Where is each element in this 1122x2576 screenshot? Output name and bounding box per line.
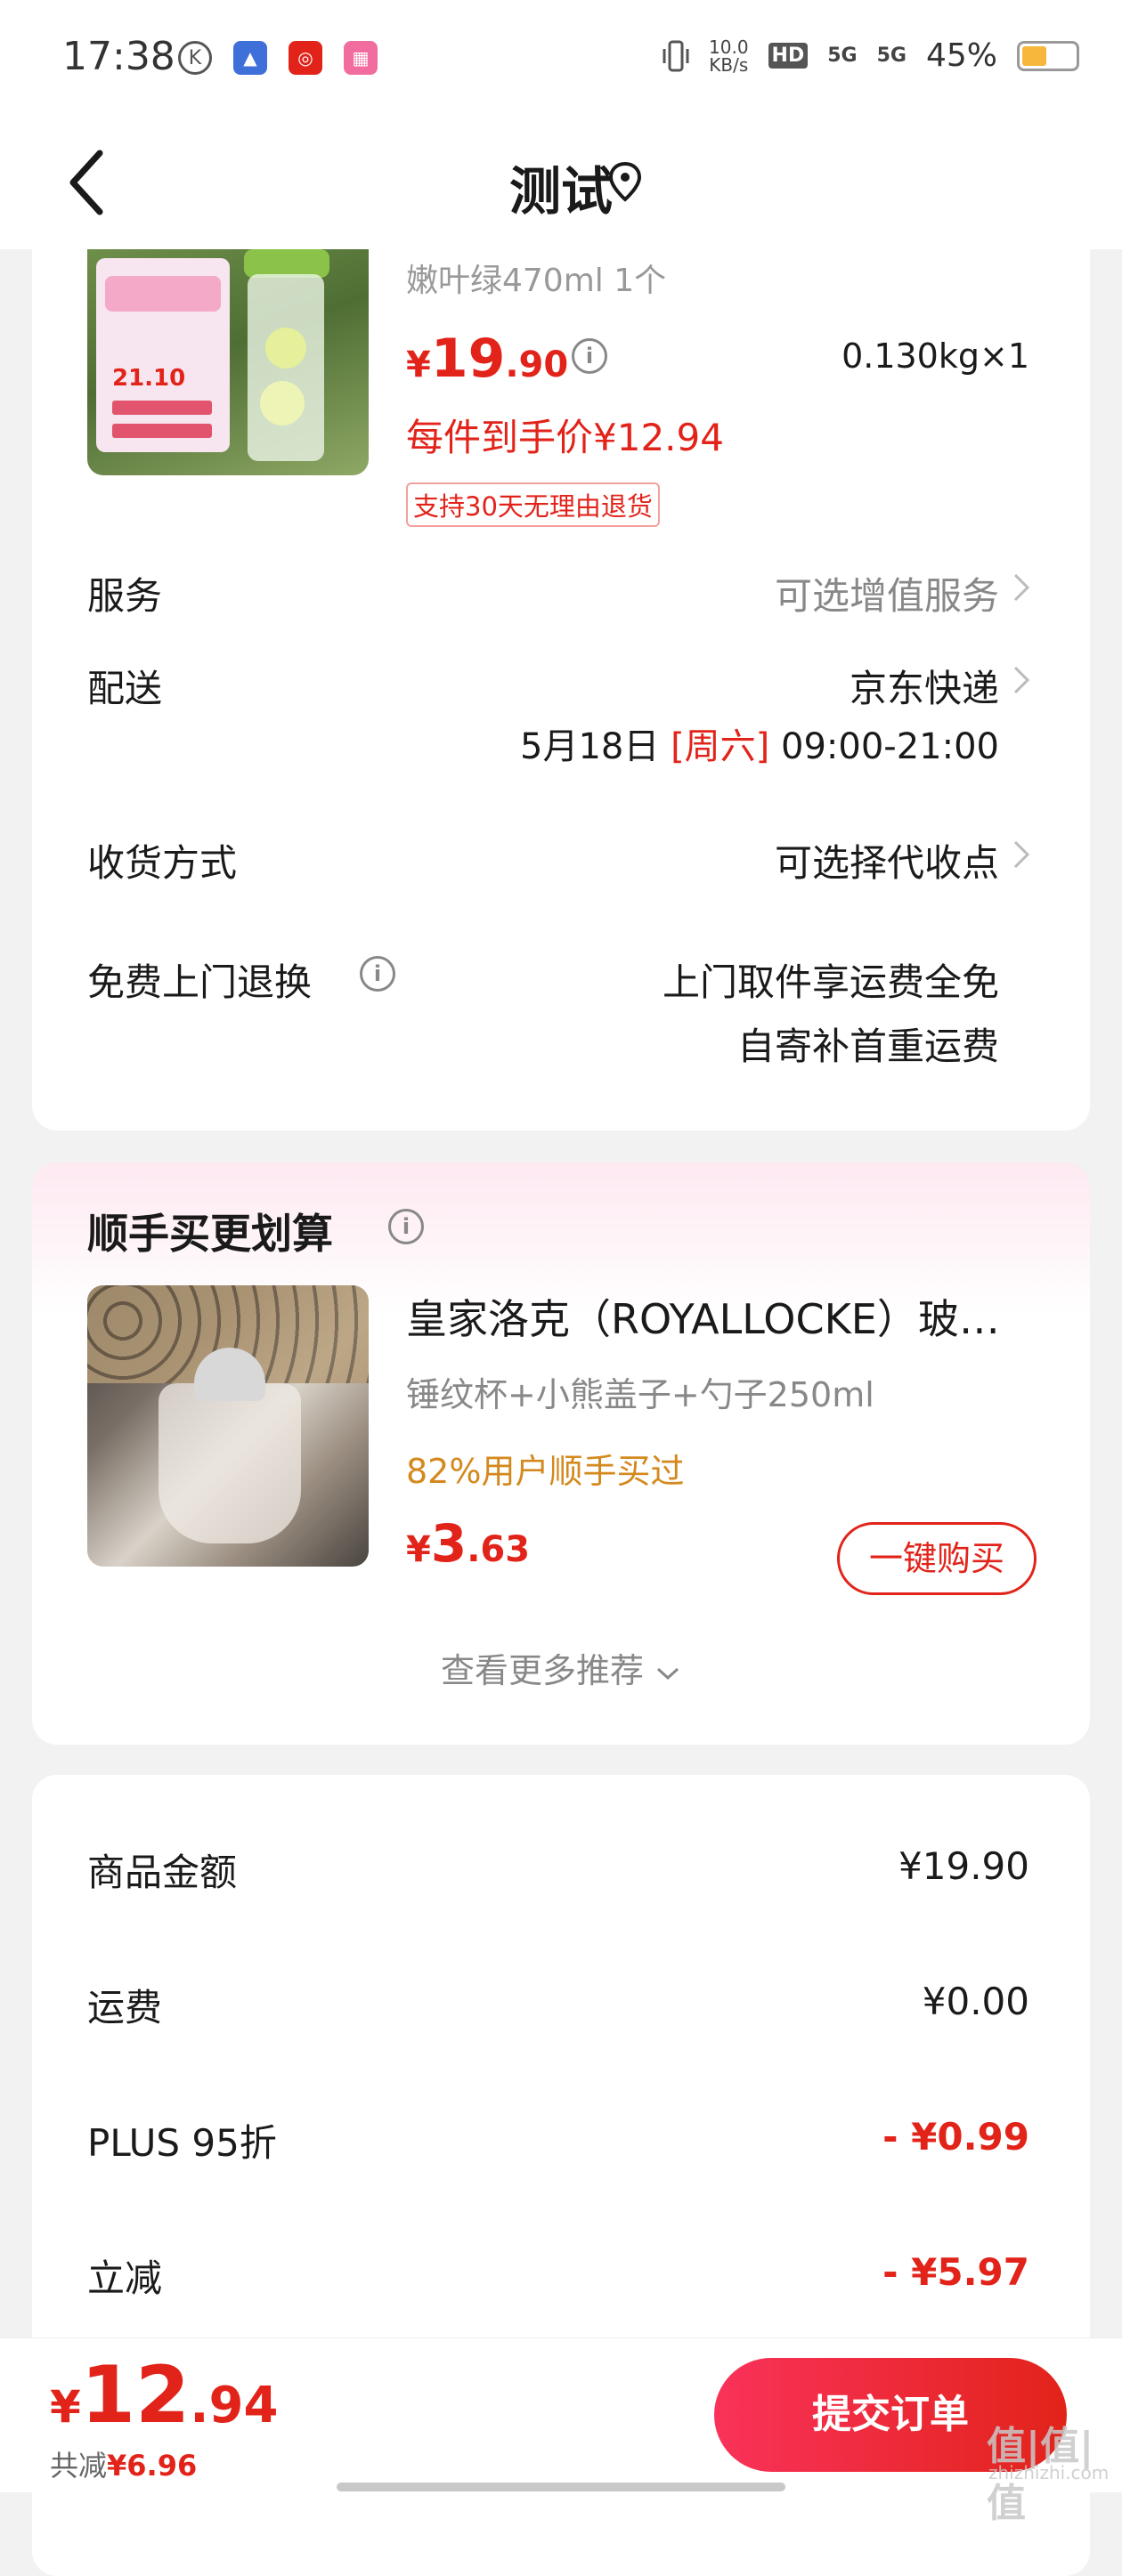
recommend-title: 顺手买更划算 xyxy=(87,1210,333,1258)
final-unit-price: 每件到手价¥12.94 xyxy=(406,416,724,459)
delivery-value[interactable]: 京东快递 xyxy=(850,659,999,713)
summary-goods-label: 商品金额 xyxy=(87,1851,238,1894)
nav-bar: 测试 xyxy=(0,116,1122,249)
k-app-icon: K xyxy=(178,41,212,75)
watermark-text: zhizhizhi.com xyxy=(988,2462,1110,2483)
hd-icon: HD xyxy=(768,43,809,69)
recommend-info-icon[interactable]: i xyxy=(388,1209,424,1244)
delivery-label: 配送 xyxy=(87,667,163,710)
vibrate-icon xyxy=(663,40,689,71)
product-image[interactable]: 21.10 xyxy=(87,249,369,475)
recommend-price: ¥3.63 xyxy=(406,1513,531,1574)
recommend-product-spec: 锤纹杯+小熊盖子+勺子250ml xyxy=(406,1375,874,1414)
free-return-info-icon[interactable]: i xyxy=(360,956,395,992)
price-info-icon[interactable]: i xyxy=(572,338,607,374)
status-time: 17:38 xyxy=(62,34,175,79)
receive-method-value[interactable]: 可选择代收点 xyxy=(775,833,999,887)
product-price: ¥19.90 xyxy=(406,328,569,390)
service-value[interactable]: 可选增值服务 xyxy=(775,566,999,620)
status-bar: 17:38 K ▲ ◎ ▦ 10.0 KB/s HD 5G 5G 45% xyxy=(0,0,1122,116)
free-return-label: 免费上门退换 xyxy=(87,960,313,1004)
summary-goods-value: ¥19.90 xyxy=(898,1844,1029,1888)
service-label: 服务 xyxy=(87,574,163,618)
signal-5g-1-icon: 5G xyxy=(827,45,858,67)
checkout-bar: ¥12.94 共减¥6.96 提交订单 xyxy=(0,2337,1122,2492)
chevron-down-icon xyxy=(657,1667,679,1680)
free-return-line1: 上门取件享运费全免 xyxy=(662,960,999,1004)
summary-plus-discount-value: - ¥0.99 xyxy=(882,2115,1029,2159)
delivery-chevron-right-icon[interactable] xyxy=(1012,662,1031,698)
product-promo-card: 21.10 xyxy=(96,258,230,452)
recommend-product-image[interactable] xyxy=(87,1285,369,1567)
product-weight: 0.130kg×1 xyxy=(842,336,1029,376)
recommend-buyers-rate: 82%用户顺手买过 xyxy=(406,1452,685,1491)
product-spec: 嫩叶绿470ml 1个 xyxy=(406,263,667,299)
service-chevron-right-icon[interactable] xyxy=(1012,570,1031,605)
summary-instant-discount-label: 立减 xyxy=(87,2256,163,2300)
recommend-product-title[interactable]: 皇家洛克（ROYALLOCKE）玻璃杯 xyxy=(406,1287,1029,1346)
water-bottle xyxy=(248,274,324,461)
summary-instant-discount-value: - ¥5.97 xyxy=(882,2250,1029,2294)
one-click-buy-button[interactable]: 一键购买 xyxy=(837,1522,1037,1595)
free-return-line2: 自寄补首重运费 xyxy=(736,1025,999,1068)
net-speed: 10.0 KB/s xyxy=(709,36,749,76)
page-title: 测试 xyxy=(508,161,613,222)
summary-plus-discount-label: PLUS 95折 xyxy=(87,2121,277,2165)
recommend-card: 顺手买更划算 i 皇家洛克（ROYALLOCKE）玻璃杯 锤纹杯+小熊盖子+勺子… xyxy=(32,1162,1090,1745)
location-pin-icon[interactable] xyxy=(607,160,643,205)
shopping-app-icon: ▦ xyxy=(344,41,378,75)
summary-shipping-label: 运费 xyxy=(87,1986,163,2029)
order-product-card: 21.10 嫩叶绿470ml 1个 ¥19.90 i 0.130kg×1 每件到… xyxy=(32,249,1090,1130)
music-app-icon: ◎ xyxy=(289,41,322,75)
home-indicator[interactable] xyxy=(337,2483,785,2491)
see-more-recommend-link[interactable]: 查看更多推荐 xyxy=(32,1643,1090,1692)
receive-chevron-right-icon[interactable] xyxy=(1012,837,1031,872)
delivery-time-slot[interactable]: 5月18日 [周六] 09:00-21:00 xyxy=(520,717,999,769)
summary-shipping-value: ¥0.00 xyxy=(922,1980,1029,2023)
total-saved: 共减¥6.96 xyxy=(50,2449,198,2483)
status-app-icons: K ▲ ◎ ▦ xyxy=(178,41,378,75)
battery-percent: 45% xyxy=(925,37,997,74)
app-notification-icon: ▲ xyxy=(233,41,267,75)
battery-icon xyxy=(1017,40,1079,71)
total-price: ¥12.94 xyxy=(50,2349,279,2441)
return-policy-badge: 支持30天无理由退货 xyxy=(406,482,660,527)
receive-method-label: 收货方式 xyxy=(87,841,238,885)
signal-5g-2-icon: 5G xyxy=(876,45,907,67)
status-indicators: 10.0 KB/s HD 5G 5G 45% xyxy=(663,37,1079,74)
glass-cup xyxy=(159,1383,301,1543)
